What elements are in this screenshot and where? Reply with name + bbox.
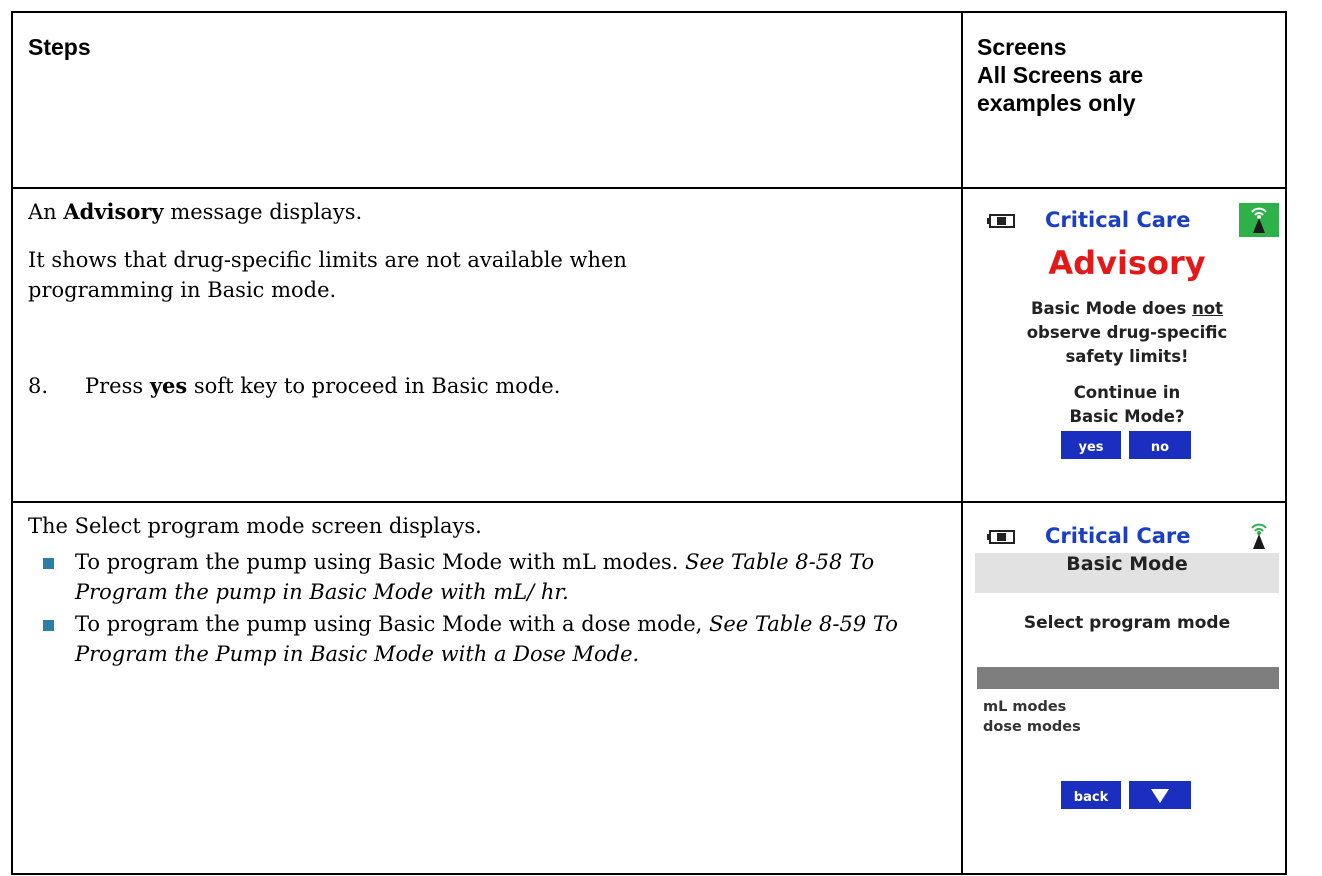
basic-mode-band: Basic Mode [975, 552, 1279, 593]
bullet-text: To program the pump using Basic Mode wit… [75, 609, 933, 669]
continue-question-line: Continue in [1073, 382, 1181, 402]
steps-header-label: Steps [28, 34, 91, 60]
battery-icon [987, 213, 1015, 228]
step-8: 8. Press yes soft key to proceed in Basic… [28, 371, 560, 401]
text-run-bold: yes [149, 372, 188, 398]
down-arrow-icon [1151, 788, 1169, 803]
screens-header-line: All Screens are [977, 62, 1144, 88]
text-run-bold: Advisory [63, 198, 164, 224]
step-number: 8. [28, 373, 49, 398]
screen-cell-advisory: Critical Care Advisory Basic Mode does n… [961, 186, 1287, 503]
select-mode-screen: Critical Care Basic Mode Select program … [975, 518, 1279, 809]
step-cell-advisory: An Advisory message displays. It shows t… [11, 186, 963, 503]
screen-cell-select-mode: Critical Care Basic Mode Select program … [961, 500, 1287, 876]
steps-header: Steps [11, 11, 963, 189]
text-run: message displays. [163, 199, 363, 224]
continue-question-line: Basic Mode? [1069, 406, 1185, 426]
program-mode-list: mL modes dose modes [983, 697, 1081, 737]
selection-highlight-bar [977, 666, 1279, 689]
advisory-heading: Advisory [1048, 243, 1206, 282]
yes-softkey[interactable]: yes [1061, 430, 1121, 459]
wireless-icon [1239, 202, 1279, 237]
screens-header: Screens All Screens are examples only [961, 11, 1287, 189]
advisory-message-line: Basic Mode does not [975, 297, 1279, 321]
screens-header-line: examples only [977, 90, 1136, 116]
advisory-screen: Critical Care Advisory Basic Mode does n… [975, 202, 1279, 459]
bullet-text: To program the pump using Basic Mode wit… [75, 547, 933, 607]
steps-table: Steps Screens All Screens are examples o… [11, 11, 1287, 876]
bullet-square-icon [43, 619, 54, 631]
bullet-square-icon [43, 557, 54, 569]
advisory-message-line: safety limits! [1065, 346, 1189, 366]
text-run: Basic Mode does [1030, 298, 1193, 318]
select-program-mode-prompt: Select program mode [1023, 612, 1231, 633]
text-run-underlined: not [1192, 298, 1224, 318]
advisory-intro: An Advisory message displays. [28, 197, 362, 227]
battery-icon [987, 529, 1015, 544]
back-softkey[interactable]: back [1061, 780, 1121, 809]
screen-title: Critical Care [1045, 523, 1191, 548]
text-run: To program the pump using Basic Mode wit… [75, 611, 709, 636]
no-softkey[interactable]: no [1129, 430, 1191, 459]
wireless-icon [1239, 518, 1279, 553]
screen-title: Critical Care [1045, 207, 1191, 232]
advisory-explanation: It shows that drug-specific limits are n… [28, 247, 627, 302]
down-softkey[interactable] [1129, 780, 1191, 809]
mode-option-dose[interactable]: dose modes [983, 717, 1081, 737]
text-run: To program the pump using Basic Mode wit… [75, 549, 686, 574]
text-run: Press [85, 373, 150, 398]
text-run: soft key to proceed in Basic mode. [187, 373, 561, 398]
mode-option-ml[interactable]: mL modes [983, 697, 1081, 717]
text-run: An [28, 199, 64, 224]
step-cell-select-mode: The Select program mode screen displays.… [11, 500, 963, 876]
select-mode-intro: The Select program mode screen displays. [28, 513, 482, 538]
advisory-message-line: observe drug-specific [1026, 322, 1228, 342]
screens-header-line: Screens [977, 34, 1067, 60]
